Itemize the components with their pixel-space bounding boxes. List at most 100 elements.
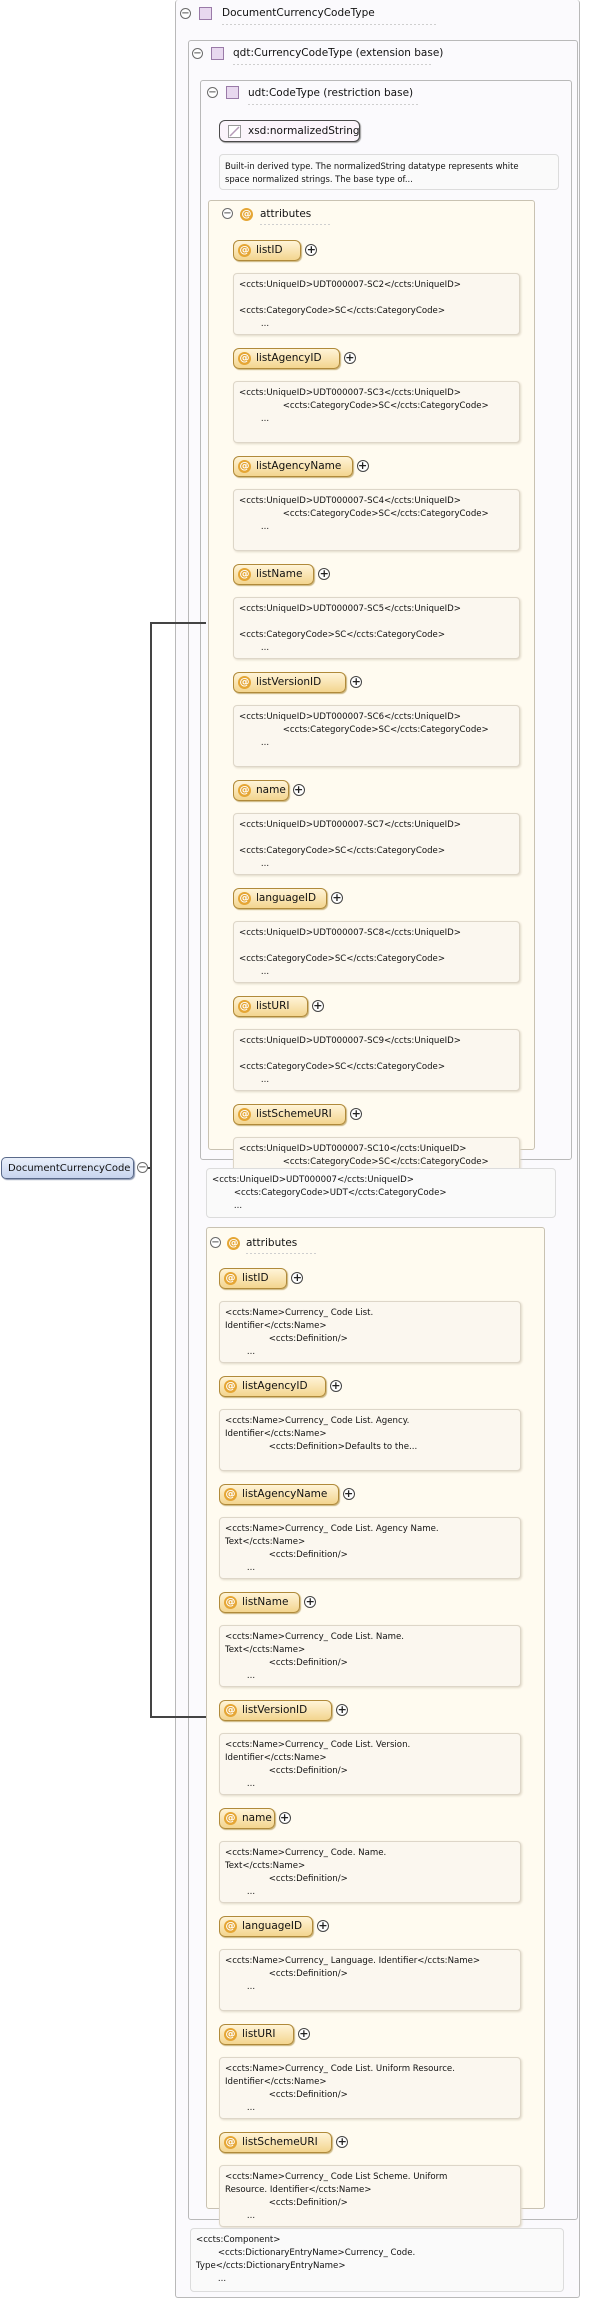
root-element-name: DocumentCurrencyCode bbox=[8, 1163, 131, 1174]
restriction-doc: <ccts:UniqueID>UDT000007</ccts:UniqueID>… bbox=[206, 1168, 556, 1218]
attribute-doc-text: <ccts:Name>Currency_ Code List. Uniform … bbox=[225, 2064, 455, 2113]
attribute-name: listSchemeURI bbox=[256, 1108, 332, 1120]
attribute-doc-text: <ccts:Name>Currency_ Code. Name. Text</c… bbox=[225, 1848, 387, 1897]
expand-attribute-icon[interactable]: + bbox=[318, 568, 331, 580]
attribute-icon: @ bbox=[224, 1704, 237, 1717]
attribute-name: listURI bbox=[256, 1000, 290, 1012]
attribute-doc: <ccts:Name>Currency_ Code List. Version.… bbox=[219, 1733, 521, 1795]
builtin-type-doc-text: Built-in derived type. The normalizedStr… bbox=[225, 161, 519, 184]
builtin-type-node[interactable]: xsd:normalizedString bbox=[219, 120, 360, 142]
expand-attribute-icon[interactable]: + bbox=[336, 2136, 349, 2148]
attribute-node-listSchemeURI[interactable]: @ listSchemeURI bbox=[219, 2132, 333, 2153]
expand-attribute-icon[interactable]: + bbox=[350, 1108, 363, 1120]
attribute-doc-text: <ccts:Name>Currency_ Code List. Identifi… bbox=[225, 1308, 374, 1357]
attribute-doc: <ccts:UniqueID>UDT000007-SC7</ccts:Uniqu… bbox=[233, 813, 520, 875]
attribute-doc: <ccts:UniqueID>UDT000007-SC9</ccts:Uniqu… bbox=[233, 1029, 520, 1091]
attribute-name: listVersionID bbox=[256, 676, 322, 688]
extension-label: qdt:CurrencyCodeType (extension base) bbox=[233, 47, 444, 59]
attribute-doc: <ccts:Name>Currency_ Code List. Agency N… bbox=[219, 1517, 521, 1579]
type-name: DocumentCurrencyCodeType bbox=[222, 7, 375, 19]
attribute-node-listAgencyName[interactable]: @ listAgencyName bbox=[219, 1484, 339, 1505]
attribute-doc: <ccts:Name>Currency_ Code List Scheme. U… bbox=[219, 2165, 521, 2227]
restriction-doc-text: <ccts:UniqueID>UDT000007</ccts:UniqueID>… bbox=[212, 1175, 447, 1211]
attribute-doc: <ccts:Name>Currency_ Code List. Agency. … bbox=[219, 1409, 521, 1471]
expand-attribute-icon[interactable]: + bbox=[292, 784, 305, 796]
collapse-restriction-toggle[interactable]: − bbox=[207, 87, 218, 98]
attribute-doc: <ccts:UniqueID>UDT000007-SC2</ccts:Uniqu… bbox=[233, 273, 520, 335]
expand-attribute-icon[interactable]: + bbox=[291, 1272, 304, 1284]
attribute-node-listName[interactable]: @ listName bbox=[219, 1592, 301, 1613]
collapse-outer-attributes-toggle[interactable]: − bbox=[210, 1237, 221, 1248]
attribute-doc: <ccts:UniqueID>UDT000007-SC3</ccts:Uniqu… bbox=[233, 381, 520, 443]
attribute-node-listSchemeURI[interactable]: @ listSchemeURI bbox=[233, 1104, 347, 1125]
expand-attribute-icon[interactable]: + bbox=[297, 2028, 310, 2040]
attribute-node-name[interactable]: @ name bbox=[219, 1808, 275, 1829]
builtin-type-name: xsd:normalizedString bbox=[248, 125, 360, 137]
collapse-inner-attributes-toggle[interactable]: − bbox=[222, 208, 233, 219]
expand-attribute-icon[interactable]: + bbox=[331, 892, 343, 904]
attribute-name: listID bbox=[256, 244, 283, 256]
collapse-root-toggle[interactable]: − bbox=[137, 1162, 148, 1173]
attribute-doc-text: <ccts:UniqueID>UDT000007-SC9</ccts:Uniqu… bbox=[239, 1036, 461, 1085]
restriction-icon bbox=[226, 86, 239, 99]
connector-top bbox=[150, 622, 206, 624]
connector-bottom bbox=[150, 1716, 206, 1718]
attribute-icon: @ bbox=[238, 784, 251, 797]
attribute-icon: @ bbox=[238, 676, 251, 689]
attribute-node-listAgencyID[interactable]: @ listAgencyID bbox=[233, 348, 340, 369]
attribute-node-listID[interactable]: @ listID bbox=[219, 1268, 288, 1289]
expand-attribute-icon[interactable]: + bbox=[304, 1596, 317, 1608]
expand-attribute-icon[interactable]: + bbox=[350, 676, 363, 688]
attributes-icon: @ bbox=[240, 208, 253, 221]
attribute-node-listAgencyName[interactable]: @ listAgencyName bbox=[233, 456, 353, 477]
expand-attribute-icon[interactable]: + bbox=[342, 1488, 355, 1500]
collapse-type-toggle[interactable]: − bbox=[180, 8, 191, 19]
attribute-doc-text: <ccts:UniqueID>UDT000007-SC4</ccts:Uniqu… bbox=[239, 496, 489, 532]
attribute-name: languageID bbox=[242, 1920, 303, 1932]
attribute-name: name bbox=[242, 1812, 272, 1824]
attribute-icon: @ bbox=[238, 244, 251, 257]
attribute-icon: @ bbox=[224, 2136, 237, 2149]
attribute-node-listID[interactable]: @ listID bbox=[233, 240, 302, 261]
complex-type-icon bbox=[199, 7, 212, 20]
attribute-node-listURI[interactable]: @ listURI bbox=[219, 2024, 294, 2045]
expand-attribute-icon[interactable]: + bbox=[343, 352, 356, 364]
attribute-icon: @ bbox=[238, 892, 251, 905]
expand-attribute-icon[interactable]: + bbox=[278, 1812, 291, 1824]
attribute-icon: @ bbox=[224, 2028, 237, 2041]
attribute-doc-text: <ccts:Name>Currency_ Code List. Name. Te… bbox=[225, 1632, 404, 1681]
attribute-icon: @ bbox=[224, 1596, 237, 1609]
attribute-doc-text: <ccts:UniqueID>UDT000007-SC5</ccts:Uniqu… bbox=[239, 604, 461, 653]
attribute-node-listAgencyID[interactable]: @ listAgencyID bbox=[219, 1376, 326, 1397]
expand-attribute-icon[interactable]: + bbox=[305, 244, 318, 256]
attribute-icon: @ bbox=[224, 1272, 237, 1285]
attribute-node-name[interactable]: @ name bbox=[233, 780, 289, 801]
attribute-node-languageID[interactable]: @ languageID bbox=[219, 1916, 313, 1937]
attribute-doc-text: <ccts:Name>Currency_ Code List Scheme. U… bbox=[225, 2172, 448, 2221]
root-element-node[interactable]: DocumentCurrencyCode bbox=[1, 1157, 134, 1179]
attribute-doc-text: <ccts:Name>Currency_ Code List. Agency. … bbox=[225, 1416, 418, 1452]
outer-attributes-label: attributes bbox=[246, 1237, 298, 1249]
attribute-node-listName[interactable]: @ listName bbox=[233, 564, 315, 585]
outer-attributes-underline bbox=[246, 1253, 316, 1254]
expand-attribute-icon[interactable]: + bbox=[311, 1000, 324, 1012]
attribute-node-listURI[interactable]: @ listURI bbox=[233, 996, 308, 1017]
restriction-underline bbox=[248, 104, 418, 105]
attribute-node-languageID[interactable]: @ languageID bbox=[233, 888, 327, 909]
inner-attributes-underline bbox=[260, 224, 330, 225]
expand-attribute-icon[interactable]: + bbox=[356, 460, 369, 472]
attribute-name: listURI bbox=[242, 2028, 276, 2040]
attribute-node-listVersionID[interactable]: @ listVersionID bbox=[219, 1700, 333, 1721]
attribute-doc-text: <ccts:Name>Currency_ Code List. Version.… bbox=[225, 1740, 411, 1789]
expand-attribute-icon[interactable]: + bbox=[336, 1704, 349, 1716]
expand-attribute-icon[interactable]: + bbox=[329, 1380, 342, 1392]
attribute-doc-text: <ccts:UniqueID>UDT000007-SC2</ccts:Uniqu… bbox=[239, 280, 461, 329]
attribute-node-listVersionID[interactable]: @ listVersionID bbox=[233, 672, 347, 693]
extension-icon bbox=[211, 47, 224, 60]
collapse-extension-toggle[interactable]: − bbox=[192, 48, 203, 59]
attribute-name: listAgencyName bbox=[256, 460, 342, 472]
attribute-doc-text: <ccts:UniqueID>UDT000007-SC8</ccts:Uniqu… bbox=[239, 928, 461, 977]
attribute-doc-text: <ccts:Name>Currency_ Code List. Agency N… bbox=[225, 1524, 439, 1573]
expand-attribute-icon[interactable]: + bbox=[317, 1920, 329, 1932]
attribute-name: listID bbox=[242, 1272, 269, 1284]
